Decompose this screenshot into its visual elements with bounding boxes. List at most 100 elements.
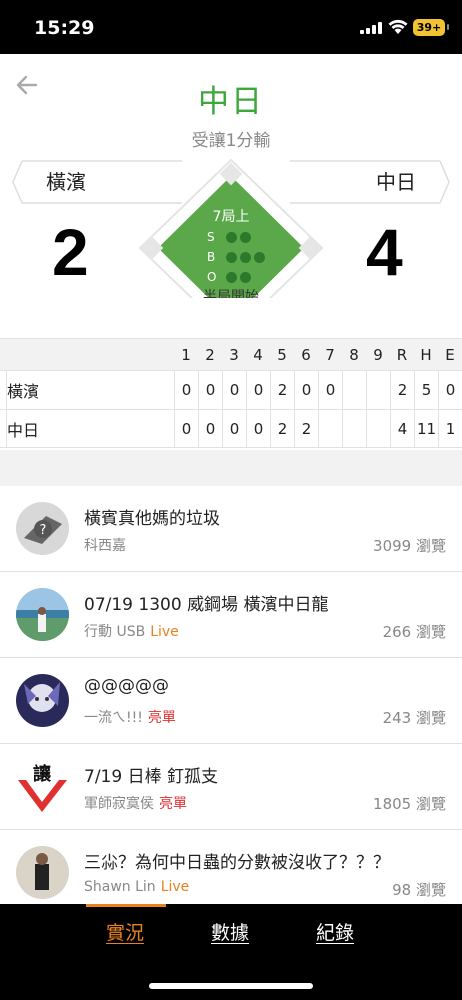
baseball-diamond: 7局上 S B O 半局開始 — [138, 158, 324, 298]
post-views: 1805 瀏覽 — [373, 795, 446, 813]
box-team-name: 中日 — [6, 410, 39, 447]
box-score-header: 123456789RHE — [0, 338, 462, 370]
ball-dot — [254, 252, 265, 263]
default-avatar-icon: ? — [16, 502, 69, 555]
box-score-row-away: 橫濱 0000200250 — [0, 370, 462, 409]
ball-label: B — [207, 250, 216, 264]
box-score-cell: 0 — [222, 410, 246, 447]
box-column-header: R — [396, 345, 408, 364]
home-score: 4 — [366, 215, 403, 289]
out-label: O — [207, 270, 217, 284]
inning-label: 7局上 — [212, 209, 250, 225]
half-inning-status: 半局開始 — [203, 289, 259, 298]
box-score-table: 123456789RHE 橫濱 0000200250 中日 0 0 0 0 2 2 4 11 1 — [0, 338, 462, 448]
post-views: 266 瀏覽 — [382, 623, 446, 641]
box-score-cell: 0 — [246, 410, 270, 447]
post-author: 軍師寂寞侯 亮單 — [84, 796, 187, 812]
svg-text:讓: 讓 — [33, 763, 52, 785]
away-team-name: 橫濱 — [46, 170, 86, 194]
box-column-header: 9 — [373, 345, 383, 364]
bet-slip-badge: 亮單 — [159, 796, 187, 812]
handicap-result: 受讓1分輸 — [191, 131, 271, 151]
user-avatar — [16, 588, 69, 641]
ball-dot — [226, 252, 237, 263]
page-title: 中日 — [198, 84, 264, 120]
status-time: 15:29 — [34, 17, 95, 39]
box-score-cell: 4 — [390, 410, 414, 447]
box-score-cell: 0 — [198, 371, 222, 409]
user-avatar — [16, 846, 69, 899]
box-score-cell — [366, 371, 390, 409]
post-author: 一流ㄟ!!! 亮單 — [84, 710, 176, 726]
box-score-cell: 0 — [198, 410, 222, 447]
box-score-cell: 5 — [414, 371, 438, 409]
post-views: 243 瀏覽 — [382, 709, 446, 727]
box-score-cell: 2 — [270, 410, 294, 447]
box-column-header: 5 — [277, 345, 287, 364]
away-score: 2 — [52, 215, 89, 289]
box-score-cell — [342, 371, 366, 409]
box-column-header: 7 — [325, 345, 335, 364]
box-column-header: 1 — [181, 345, 191, 364]
box-column-header: 6 — [301, 345, 311, 364]
box-score-cell — [342, 410, 366, 447]
strike-dot — [226, 232, 237, 243]
post-author: 科西嘉 — [84, 538, 126, 554]
post-author: Shawn Lin Live — [84, 879, 190, 895]
box-score-cell — [366, 410, 390, 447]
box-score-cell — [318, 410, 342, 447]
box-score-cell: 11 — [414, 410, 438, 447]
box-score-cell: 2 — [390, 371, 414, 409]
battery-icon: 39+ — [413, 19, 449, 36]
box-score-cell: 0 — [318, 371, 342, 409]
box-score-cell: 2 — [294, 410, 318, 447]
tab-live[interactable]: 實況 — [106, 918, 144, 945]
post-author: 行動 USB Live — [84, 624, 179, 640]
box-score-cell: 0 — [438, 371, 462, 409]
tab-records[interactable]: 紀錄 — [316, 918, 354, 945]
live-badge: Live — [150, 624, 179, 640]
out-dot — [226, 272, 237, 283]
box-column-header: 4 — [253, 345, 263, 364]
rang-logo-icon: 讓 — [16, 760, 69, 813]
post-title: 7/19 日棒 釘孤支 — [84, 767, 218, 787]
box-team-name: 橫濱 — [6, 371, 39, 409]
box-score-cell: 1 — [438, 410, 462, 447]
list-item[interactable]: @@@@@ 一流ㄟ!!! 亮單 243 瀏覽 — [0, 658, 462, 744]
section-divider — [0, 450, 462, 486]
post-title: @@@@@ — [84, 676, 169, 696]
strike-dot — [240, 232, 251, 243]
post-views: 3099 瀏覽 — [373, 537, 446, 555]
box-score-cell: 0 — [174, 410, 198, 447]
box-column-header: 3 — [229, 345, 239, 364]
box-score-row-home: 中日 0 0 0 0 2 2 4 11 1 — [0, 409, 462, 448]
status-bar: 15:29 39+ — [0, 0, 462, 54]
signal-icon — [360, 22, 382, 34]
active-tab-indicator — [86, 904, 166, 907]
home-team-name: 中日 — [376, 170, 416, 194]
out-dot — [240, 272, 251, 283]
box-column-header: 8 — [349, 345, 359, 364]
post-title: 三尛？為何中日蟲的分數被沒收了？？？ — [84, 853, 390, 873]
svg-text:?: ? — [40, 523, 47, 538]
box-score-cell: 0 — [174, 371, 198, 409]
list-item[interactable]: ? 橫賓真他媽的垃圾 科西嘉 3099 瀏覽 — [0, 486, 462, 572]
strike-label: S — [207, 230, 215, 244]
live-badge: Live — [160, 879, 190, 895]
post-views: 98 瀏覽 — [392, 881, 446, 899]
ball-dot — [240, 252, 251, 263]
post-title: 橫賓真他媽的垃圾 — [84, 509, 220, 529]
list-item[interactable]: 讓 7/19 日棒 釘孤支 軍師寂寞侯 亮單 1805 瀏覽 — [0, 744, 462, 830]
home-indicator — [149, 983, 313, 989]
box-score-cell: 2 — [270, 371, 294, 409]
box-score-cell: 0 — [294, 371, 318, 409]
user-avatar — [16, 674, 69, 727]
box-score-cell: 0 — [222, 371, 246, 409]
box-column-header: E — [445, 345, 455, 364]
box-score-cell: 0 — [246, 371, 270, 409]
post-list: ? 橫賓真他媽的垃圾 科西嘉 3099 瀏覽 07/19 1300 威鋼場 橫濱… — [0, 486, 462, 916]
list-item[interactable]: 07/19 1300 威鋼場 橫濱中日龍 行動 USB Live 266 瀏覽 — [0, 572, 462, 658]
post-title: 07/19 1300 威鋼場 橫濱中日龍 — [84, 595, 329, 615]
box-column-header: H — [420, 345, 432, 364]
tab-stats[interactable]: 數據 — [211, 918, 249, 945]
